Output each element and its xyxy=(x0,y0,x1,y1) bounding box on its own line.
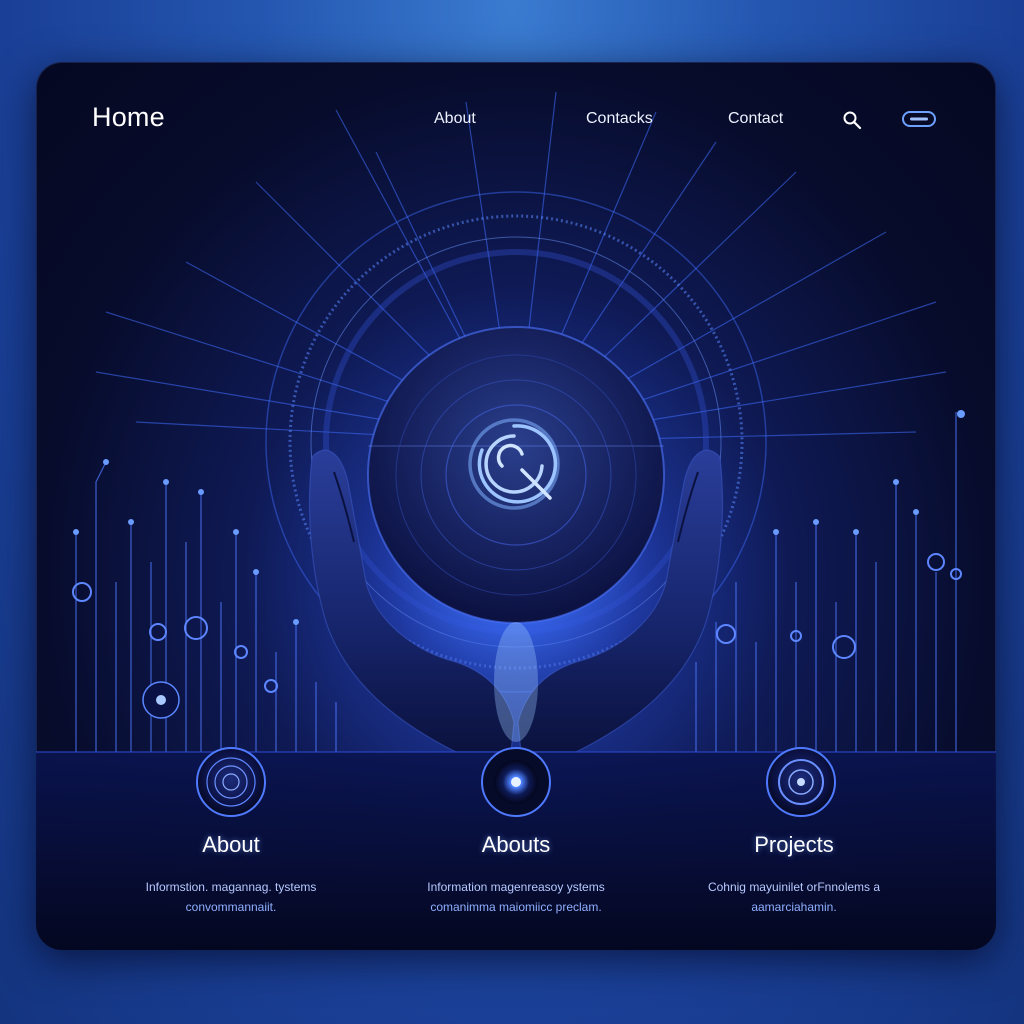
nav-link-contact[interactable]: Contact xyxy=(728,110,783,128)
hero-illustration xyxy=(36,91,996,950)
target-ring-icon xyxy=(766,747,836,817)
circuit-right-nodes xyxy=(773,410,965,535)
circuit-left xyxy=(75,461,337,752)
orb xyxy=(367,326,665,624)
glowing-lens-icon xyxy=(481,747,551,817)
nav-link-contacks[interactable]: Contacks xyxy=(586,110,653,128)
circuit-left-rings xyxy=(72,582,278,693)
nav-home[interactable]: Home xyxy=(92,102,165,133)
toggle-pill-icon[interactable] xyxy=(902,111,936,127)
main-window: Home About Contacks Contact About Inform… xyxy=(36,62,996,950)
card-desc-about: Informstion. magannag. tystems xyxy=(145,880,317,894)
card-title-abouts[interactable]: Abouts xyxy=(396,832,636,858)
card-desc-about-line2: convommannaiit. xyxy=(185,900,277,914)
circuit-right-rings xyxy=(716,553,962,659)
nav-link-about[interactable]: About xyxy=(434,110,476,128)
circuit-right xyxy=(695,412,957,752)
card-desc-abouts-line2: comanimma maiomiicc preclam. xyxy=(430,900,602,914)
concentric-circle-icon xyxy=(196,747,266,817)
top-nav: Home About Contacks Contact xyxy=(36,62,996,172)
search-icon[interactable] xyxy=(842,110,864,132)
card-title-projects[interactable]: Projects xyxy=(674,832,914,858)
card-title-about[interactable]: About xyxy=(111,832,351,858)
card-desc-abouts: Information magenreasoy ystems xyxy=(427,880,605,894)
card-desc-projects: Cohnig mayuinilet orFnnolems a xyxy=(707,880,881,894)
card-desc-projects-line2: aamarciahamin. xyxy=(751,900,837,914)
